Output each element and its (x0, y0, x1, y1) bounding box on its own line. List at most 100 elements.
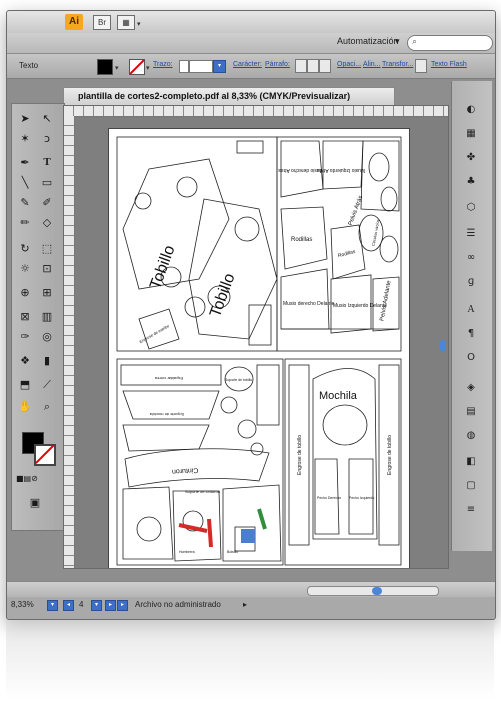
status-menu-icon[interactable]: ▸ (243, 600, 247, 609)
label-musio-derecho-delante: Musio derecho Delante (283, 301, 335, 307)
label-musio-derecho-atras: Musio derecho Atras (278, 167, 324, 173)
label-circulos-vacios: Circulos vacios (371, 219, 381, 246)
scale-tool-icon[interactable]: ⬚ (38, 240, 56, 257)
document-canvas[interactable]: Tobillo Tobillo Engrose de estribo Musio… (63, 105, 449, 569)
transparency-panel-icon[interactable]: ▢ (464, 479, 478, 493)
column-graph-tool-icon[interactable]: ▮ (38, 352, 56, 369)
screen-mode-icon[interactable]: ▣ (26, 494, 44, 511)
document-tab[interactable]: plantilla de cortes2-completo.pdf al 8,3… (63, 87, 395, 106)
eyedropper-tool-icon[interactable]: ✑ (16, 328, 34, 345)
stroke-weight-dropdown[interactable]: ▾ (213, 60, 226, 73)
magic-wand-tool-icon[interactable]: ✶ (16, 130, 34, 147)
eraser-tool-icon[interactable]: ◇ (38, 214, 56, 231)
align-right-button[interactable] (319, 59, 331, 73)
blend-tool-icon[interactable]: ◎ (38, 328, 56, 345)
align-left-button[interactable] (295, 59, 307, 73)
stroke-weight-field[interactable] (189, 60, 213, 73)
links-panel-icon[interactable]: ∞ (464, 251, 478, 265)
paragraph-panel-link[interactable]: Párrafo: (265, 61, 290, 68)
transform-panel-link[interactable]: Transfor... (382, 61, 413, 68)
hand-tool-icon[interactable]: ✋ (16, 398, 34, 415)
free-transform-tool-icon[interactable]: ⊡ (38, 260, 56, 277)
gradient-tool-icon[interactable]: ▥ (38, 308, 56, 325)
arrange-documents-icon[interactable]: ▦ (117, 15, 135, 30)
warp-tool-icon[interactable]: ☼ (16, 260, 34, 277)
stroke-dropdown-icon[interactable]: ▾ (146, 64, 150, 72)
perspective-grid-tool-icon[interactable]: ⊞ (38, 284, 56, 301)
horizontal-scrollbar[interactable] (307, 586, 439, 596)
stroke-weight-stepper[interactable] (179, 60, 189, 73)
next-artboard-button[interactable]: ▸ (105, 600, 116, 611)
label-espaldar: Espaldar correa (154, 376, 183, 381)
mesh-tool-icon[interactable]: ⊠ (16, 308, 34, 325)
vertical-scroll-thumb[interactable] (440, 340, 446, 352)
rectangle-tool-icon[interactable]: ▭ (38, 174, 56, 191)
paintbrush-tool-icon[interactable]: ✎ (16, 194, 34, 211)
pencil-tool-icon[interactable]: ✐ (38, 194, 56, 211)
label-rodillas-2: Rodillas (337, 249, 356, 260)
stroke-color-swatch[interactable] (129, 59, 145, 75)
artboard-dropdown[interactable]: ▾ (91, 600, 102, 611)
opentype-panel-icon[interactable]: O (464, 351, 478, 365)
blob-brush-tool-icon[interactable]: ✏ (16, 214, 34, 231)
last-artboard-button[interactable]: ▸ (117, 600, 128, 611)
selection-tool-icon[interactable]: ➤ (16, 110, 34, 127)
symbol-sprayer-tool-icon[interactable]: ❖ (16, 352, 34, 369)
paragraph-panel-icon[interactable]: ¶ (464, 327, 478, 341)
workspace-switcher[interactable]: Automatización (337, 36, 399, 46)
label-mochila: Mochila (319, 390, 358, 402)
document-status[interactable]: Archivo no administrado (135, 600, 221, 609)
swatches-panel-icon[interactable]: ▦ (464, 127, 478, 141)
graphic-styles-panel-icon[interactable]: ⬡ (464, 201, 478, 215)
label-soporte-cinturon: Soporte de cinturon (185, 489, 220, 494)
pen-tool-icon[interactable]: ✒ (16, 154, 34, 171)
align-center-button[interactable] (307, 59, 319, 73)
text-flash-link[interactable]: Texto Flash (431, 61, 467, 68)
lasso-tool-icon[interactable]: ↄ (38, 130, 56, 147)
align-panel-link[interactable]: Alin... (363, 61, 381, 68)
first-artboard-button[interactable]: ◂ (63, 600, 74, 611)
layers-panel-icon[interactable]: ◈ (464, 381, 478, 395)
zoom-dropdown[interactable]: ▾ (47, 600, 58, 611)
status-bar (7, 581, 495, 598)
character-panel-link[interactable]: Carácter: (233, 61, 262, 68)
label-rodillas-1: Rodillas (291, 237, 312, 243)
line-tool-icon[interactable]: ╲ (16, 174, 34, 191)
fill-color-swatch[interactable] (97, 59, 113, 75)
character-panel-icon[interactable]: A (464, 303, 478, 317)
artboard-artwork: Tobillo Tobillo Engrose de estribo Musio… (116, 136, 402, 566)
symbols-panel-icon[interactable]: ♣ (464, 175, 478, 189)
workspace-dropdown-icon[interactable]: ▾ (395, 36, 400, 47)
stroke-color-box[interactable] (34, 444, 56, 466)
shape-builder-tool-icon[interactable]: ⊕ (16, 284, 34, 301)
pathfinder-panel-icon[interactable]: ɡ (464, 275, 478, 289)
color-panel-icon[interactable]: ◐ (464, 103, 478, 117)
zoom-level[interactable]: 8,33% (11, 600, 34, 609)
navigator-panel-icon[interactable]: ◍ (464, 429, 478, 443)
direct-selection-tool-icon[interactable]: ↖ (38, 110, 56, 127)
search-field[interactable]: ⌕ (407, 35, 493, 51)
rotate-tool-icon[interactable]: ↻ (16, 240, 34, 257)
gradient-panel-icon[interactable]: ◧ (464, 455, 478, 469)
brushes-panel-icon[interactable]: ✤ (464, 151, 478, 165)
stroke-panel-icon[interactable]: ≡ (464, 503, 478, 517)
slice-tool-icon[interactable]: ⟋ (38, 376, 56, 393)
label-musio-izquierdo-delante: Musio Izquierdo Delante (333, 303, 387, 309)
isolate-button[interactable] (415, 59, 427, 73)
label-musio-izquierdo-atras: Musio Izquierdo Atras (316, 167, 365, 173)
artboard-tool-icon[interactable]: ⬒ (16, 376, 34, 393)
bridge-icon[interactable]: Br (93, 15, 111, 30)
stroke-panel-link[interactable]: Trazo: (153, 61, 173, 68)
artboard-number[interactable]: 4 (79, 600, 83, 609)
artboards-panel-icon[interactable]: ▤ (464, 405, 478, 419)
type-tool-icon[interactable]: T (38, 154, 56, 171)
appearance-panel-icon[interactable]: ☰ (464, 227, 478, 241)
color-mode-icon[interactable]: ■▤⊘ (16, 470, 38, 487)
artboard[interactable]: Tobillo Tobillo Engrose de estribo Musio… (108, 128, 410, 568)
arrange-dropdown-icon[interactable]: ▾ (137, 20, 141, 28)
zoom-tool-icon[interactable]: ⌕ (38, 398, 56, 415)
opacity-panel-link[interactable]: Opaci... (337, 61, 361, 68)
fill-dropdown-icon[interactable]: ▾ (115, 64, 119, 72)
vertical-ruler (64, 116, 75, 568)
horizontal-scroll-thumb[interactable] (372, 587, 382, 595)
